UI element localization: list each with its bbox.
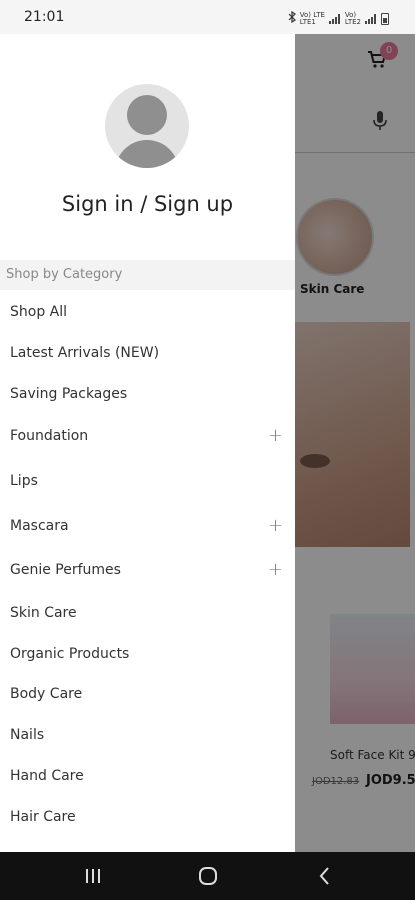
menu-item-label: Hair Care bbox=[10, 808, 76, 825]
menu-item-label: Saving Packages bbox=[10, 385, 128, 402]
recents-icon[interactable] bbox=[81, 864, 105, 888]
menu-item-label: Shop All bbox=[10, 304, 68, 320]
menu-item-nails[interactable]: Nails bbox=[0, 715, 295, 756]
menu-item-label: Body Care bbox=[10, 686, 83, 703]
avatar-head bbox=[127, 95, 167, 135]
system-nav-bar bbox=[0, 852, 415, 900]
status-icons: Vo) LTE LTE1 Vo) LTE2 bbox=[288, 10, 389, 26]
menu-item-saving-packages[interactable]: Saving Packages bbox=[0, 374, 295, 415]
sign-in-link[interactable]: Sign in / Sign up bbox=[0, 192, 295, 216]
shop-by-category-header: Shop by Category bbox=[0, 260, 295, 290]
menu-item-label: Foundation bbox=[10, 428, 89, 445]
menu-item-skin-care[interactable]: Skin Care bbox=[0, 593, 295, 634]
menu-item-foundation[interactable]: Foundation + bbox=[0, 414, 295, 459]
menu-item-hair-care[interactable]: Hair Care bbox=[0, 797, 295, 838]
status-time: 21:01 bbox=[24, 9, 65, 25]
menu-item-genie-perfumes[interactable]: Genie Perfumes + bbox=[0, 548, 295, 593]
menu-item-body-care[interactable]: Body Care bbox=[0, 674, 295, 715]
menu-item-latest-arrivals[interactable]: Latest Arrivals (NEW) bbox=[0, 333, 295, 374]
menu-item-label: Skin Care bbox=[10, 604, 77, 621]
back-icon[interactable] bbox=[313, 864, 337, 888]
expand-plus-icon[interactable]: + bbox=[268, 548, 283, 593]
avatar-body bbox=[115, 140, 179, 168]
menu-item-label: Hand Care bbox=[10, 767, 84, 784]
expand-plus-icon[interactable]: + bbox=[268, 414, 283, 459]
menu-item-label: Nails bbox=[10, 727, 45, 744]
menu-item-label: Latest Arrivals (NEW) bbox=[10, 344, 160, 361]
category-menu: Shop All Latest Arrivals (NEW) Saving Pa… bbox=[0, 292, 295, 838]
bluetooth-icon bbox=[288, 10, 296, 26]
expand-plus-icon[interactable]: + bbox=[268, 504, 283, 549]
status-bar: 21:01 Vo) LTE LTE1 Vo) LTE2 bbox=[0, 0, 415, 34]
menu-item-mascara[interactable]: Mascara + bbox=[0, 504, 295, 549]
network-label-2: Vo) LTE2 bbox=[344, 10, 361, 26]
network-label-1: Vo) LTE LTE1 bbox=[299, 10, 325, 26]
signal-icon-2 bbox=[365, 13, 377, 24]
navigation-drawer: Sign in / Sign up Shop by Category Shop … bbox=[0, 34, 295, 852]
menu-item-organic-products[interactable]: Organic Products bbox=[0, 634, 295, 675]
home-icon[interactable] bbox=[196, 864, 220, 888]
menu-item-lips[interactable]: Lips bbox=[0, 459, 295, 504]
avatar[interactable] bbox=[105, 84, 189, 168]
menu-item-hand-care[interactable]: Hand Care bbox=[0, 756, 295, 797]
menu-item-label: Organic Products bbox=[10, 645, 130, 662]
battery-icon bbox=[381, 12, 389, 25]
menu-item-label: Genie Perfumes bbox=[10, 562, 121, 579]
menu-item-label: Mascara bbox=[10, 517, 69, 534]
menu-item-shop-all[interactable]: Shop All bbox=[0, 292, 295, 333]
menu-item-label: Lips bbox=[10, 472, 38, 489]
signal-icon bbox=[328, 13, 341, 24]
